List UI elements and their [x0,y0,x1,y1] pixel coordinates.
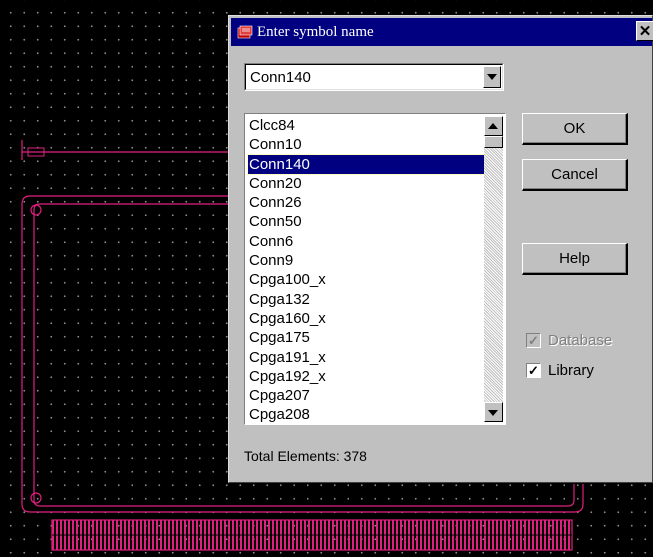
list-item[interactable]: Conn20 [248,174,484,193]
scroll-up-button[interactable] [484,116,503,136]
list-item[interactable]: Conn6 [248,232,484,251]
list-item[interactable]: Cpga100_x [248,270,484,289]
list-scrollbar[interactable] [484,116,503,422]
list-item[interactable]: Conn9 [248,251,484,270]
scroll-thumb[interactable] [484,136,503,148]
database-checkbox: ✓ Database [526,332,646,350]
list-item[interactable]: Cpga160_x [248,309,484,328]
list-item[interactable]: Cpga207 [248,386,484,405]
arrow-down-icon [488,410,498,416]
symbol-list-items: Clcc84 Conn10 Conn140 Conn20 Conn26 Conn50 Con… [247,116,485,425]
title-bar[interactable]: Enter symbol name ✕ [231,18,653,46]
symbol-list[interactable]: Clcc84 Conn10 Conn140 Conn20 Conn26 Conn50 Con… [244,113,506,425]
symbol-name-value[interactable]: Conn140 [250,69,311,86]
enter-symbol-dialog: Enter symbol name ✕ Conn140 Clcc84 Conn10… [228,15,653,483]
list-item[interactable]: Conn50 [248,212,484,231]
list-item[interactable]: Conn26 [248,193,484,212]
list-item[interactable]: Cpga175 [248,328,484,347]
database-label: Database [548,332,613,349]
app-icon [237,25,253,39]
list-item[interactable]: Conn140 [247,153,485,175]
list-item[interactable]: Cpga192_x [248,367,484,386]
database-check-icon: ✓ [526,333,541,348]
library-label[interactable]: Library [548,362,594,379]
help-button[interactable]: Help [522,243,628,275]
list-item[interactable]: Cpga132 [248,290,484,309]
symbol-name-combo[interactable]: Conn140 [244,63,504,91]
close-icon: ✕ [638,23,652,40]
list-item[interactable]: Cpga191_x [248,348,484,367]
list-item[interactable]: Clcc84 [248,116,484,135]
dialog-title: Enter symbol name [257,24,374,40]
chevron-down-icon [487,74,497,80]
library-check-icon[interactable]: ✓ [526,363,541,378]
scroll-down-button[interactable] [484,402,503,422]
total-elements: Total Elements: 378 [244,448,367,464]
library-checkbox[interactable]: ✓ Library [526,362,646,380]
list-item[interactable]: Conn10 [248,135,484,154]
cancel-button[interactable]: Cancel [522,159,628,191]
list-item[interactable]: Cpga208 [248,405,484,424]
ok-button[interactable]: OK [522,113,628,145]
close-button[interactable]: ✕ [636,21,653,41]
arrow-up-icon [488,123,498,129]
combo-dropdown-button[interactable] [483,66,501,88]
